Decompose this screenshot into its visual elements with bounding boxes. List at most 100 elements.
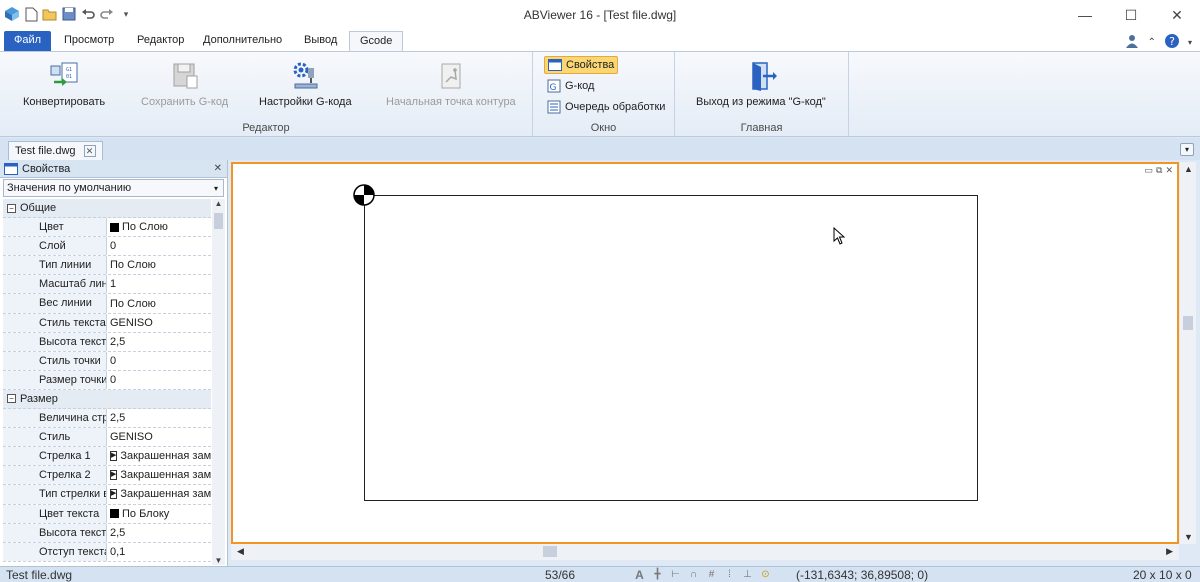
property-row[interactable]: Высота текста 2,5 <box>3 332 211 352</box>
property-value[interactable]: 0 <box>107 352 211 370</box>
property-value[interactable]: 2,5 <box>107 333 211 351</box>
magnet-icon[interactable]: ∩ <box>687 568 700 581</box>
mouse-cursor-icon <box>833 227 845 245</box>
property-value[interactable]: ▶Закрашенная замкнутая <box>107 466 211 484</box>
osnap-icon[interactable]: ⊙ <box>759 568 772 581</box>
property-category[interactable]: − Размер <box>3 389 211 410</box>
tab-gcode[interactable]: Gcode <box>349 31 404 51</box>
polar-icon[interactable]: ⊥ <box>741 568 754 581</box>
queue-icon <box>547 100 561 114</box>
canvas-scroll-left-icon[interactable]: ◀ <box>237 546 244 557</box>
canvas-scroll-right-icon[interactable]: ▶ <box>1166 546 1173 557</box>
convert-button[interactable]: G1 01 Конвертировать <box>23 60 105 108</box>
drawing-canvas[interactable]: ▭ ⧉ ✕ <box>231 162 1179 544</box>
property-value[interactable]: 0,1 <box>107 543 211 561</box>
convert-label: Конвертировать <box>23 96 106 108</box>
property-name: Стиль точки <box>3 351 107 370</box>
property-row[interactable]: Отступ текста 0,1 <box>3 542 211 562</box>
property-row[interactable]: Цвет По Слою <box>3 218 211 238</box>
text-toggle-icon[interactable]: A <box>633 568 646 582</box>
toggle-queue-button[interactable]: Очередь обработки <box>544 98 668 116</box>
tab-view[interactable]: Просмотр <box>54 31 124 51</box>
property-value[interactable]: По Блоку <box>107 505 211 523</box>
property-value[interactable]: GENISO <box>107 428 211 446</box>
minimize-button[interactable]: — <box>1062 0 1108 30</box>
properties-panel: Свойства ✕ Значения по умолчанию ▾ − Общи… <box>0 160 228 566</box>
doc-tabs-dropdown-icon[interactable]: ▾ <box>1180 143 1194 156</box>
property-row[interactable]: Тип линии По Слою <box>3 256 211 276</box>
contour-start-button[interactable]: Начальная точка контура <box>386 60 516 108</box>
properties-panel-close-icon[interactable]: ✕ <box>214 163 222 174</box>
property-value-text: 1 <box>110 278 117 291</box>
property-row[interactable]: Стрелка 1▶Закрашенная замкнутая <box>3 447 211 467</box>
property-name: Стиль текста <box>3 313 107 332</box>
scroll-up-icon[interactable]: ▲ <box>212 199 225 208</box>
tab-editor[interactable]: Редактор <box>127 31 194 51</box>
canvas-scroll-up-icon[interactable]: ▲ <box>1184 164 1193 174</box>
canvas-restore-icon[interactable]: ⧉ <box>1156 165 1162 176</box>
snap-grid-icon[interactable]: ⁞ <box>723 568 736 581</box>
help-dropdown-icon[interactable]: ▾ <box>1188 38 1192 47</box>
property-value[interactable]: По Слою <box>107 218 211 236</box>
collapse-icon[interactable]: − <box>7 394 16 404</box>
canvas-horizontal-scrollbar[interactable]: ◀ ▶ <box>231 544 1179 560</box>
collapse-icon[interactable]: − <box>7 203 16 213</box>
property-row[interactable]: Тип стрелки выноски▶Закрашенная замкнута… <box>3 485 211 505</box>
property-row[interactable]: Вес линии По Слою <box>3 294 211 314</box>
canvas-scroll-down-icon[interactable]: ▼ <box>1184 532 1193 542</box>
close-button[interactable]: ✕ <box>1154 0 1200 30</box>
tab-file[interactable]: Файл <box>4 31 52 51</box>
property-value[interactable]: GENISO <box>107 314 211 332</box>
dimension-icon[interactable]: ⊢ <box>669 568 682 581</box>
canvas-hscroll-thumb[interactable] <box>543 546 557 557</box>
doc-tab-test-file[interactable]: Test file.dwg ✕ <box>8 141 103 160</box>
property-row[interactable]: Стиль GENISO <box>3 428 211 448</box>
ortho-icon[interactable]: ╋ <box>651 568 664 581</box>
doc-tab-close-icon[interactable]: ✕ <box>83 145 96 157</box>
property-row[interactable]: Масштаб линии1 <box>3 275 211 295</box>
property-row[interactable]: Цвет текста По Блоку <box>3 504 211 524</box>
property-name: Тип линии <box>3 256 107 275</box>
property-row[interactable]: Величина стрелки2,5 <box>3 409 211 429</box>
property-name: Цвет <box>3 218 107 237</box>
property-value[interactable]: ▶Закрашенная замкнутая <box>107 447 211 465</box>
property-value[interactable]: 0 <box>107 237 211 255</box>
property-value[interactable]: ▶Закрашенная замкнутая <box>107 485 211 503</box>
canvas-vertical-scrollbar[interactable]: ▲ ▼ <box>1180 162 1196 544</box>
grid-icon[interactable]: # <box>705 568 718 581</box>
property-row[interactable]: Размер точки 0 <box>3 370 211 390</box>
properties-filter-select[interactable]: Значения по умолчанию ▾ <box>3 179 224 197</box>
contour-start-label: Начальная точка контура <box>386 96 516 108</box>
canvas-minimize-icon[interactable]: ▭ <box>1145 165 1154 176</box>
property-category[interactable]: − Общие <box>3 199 211 219</box>
property-value[interactable]: 0 <box>107 371 211 389</box>
exit-gcode-button[interactable]: Выход из режима "G-код" <box>696 60 826 108</box>
tab-advanced[interactable]: Дополнительно <box>193 31 292 51</box>
property-value[interactable]: 2,5 <box>107 409 211 427</box>
scroll-down-icon[interactable]: ▼ <box>212 556 225 565</box>
gcode-settings-button[interactable]: Настройки G-кода <box>259 60 352 108</box>
canvas-close-icon[interactable]: ✕ <box>1165 165 1173 176</box>
toggle-properties-button[interactable]: Свойства <box>544 56 619 74</box>
canvas-vscroll-thumb[interactable] <box>1183 316 1193 330</box>
tab-output[interactable]: Вывод <box>294 31 347 51</box>
collapse-ribbon-icon[interactable]: ⌃ <box>1148 37 1156 48</box>
window-controls: — ☐ ✕ <box>1062 0 1200 30</box>
help-icon[interactable]: ? <box>1164 33 1180 52</box>
properties-scrollbar[interactable]: ▲ ▼ <box>212 199 225 565</box>
property-row[interactable]: Стиль точки 0 <box>3 351 211 371</box>
maximize-button[interactable]: ☐ <box>1108 0 1154 30</box>
property-row[interactable]: Слой 0 <box>3 237 211 257</box>
save-gcode-button[interactable]: Сохранить G-код <box>141 60 228 108</box>
user-icon[interactable] <box>1124 33 1140 52</box>
toggle-gcode-button[interactable]: G G-код <box>544 77 597 95</box>
property-row[interactable]: Стиль текста GENISO <box>3 313 211 333</box>
property-row[interactable]: Высота текста 2,5 <box>3 523 211 543</box>
property-value[interactable]: 1 <box>107 275 211 293</box>
properties-scroll-thumb[interactable] <box>214 213 223 229</box>
property-value-text: 2,5 <box>110 526 126 539</box>
property-value[interactable]: 2,5 <box>107 524 211 542</box>
property-row[interactable]: Стрелка 2▶Закрашенная замкнутая <box>3 466 211 486</box>
property-value[interactable]: По Слою <box>107 256 211 274</box>
property-value[interactable]: По Слою <box>107 294 211 312</box>
